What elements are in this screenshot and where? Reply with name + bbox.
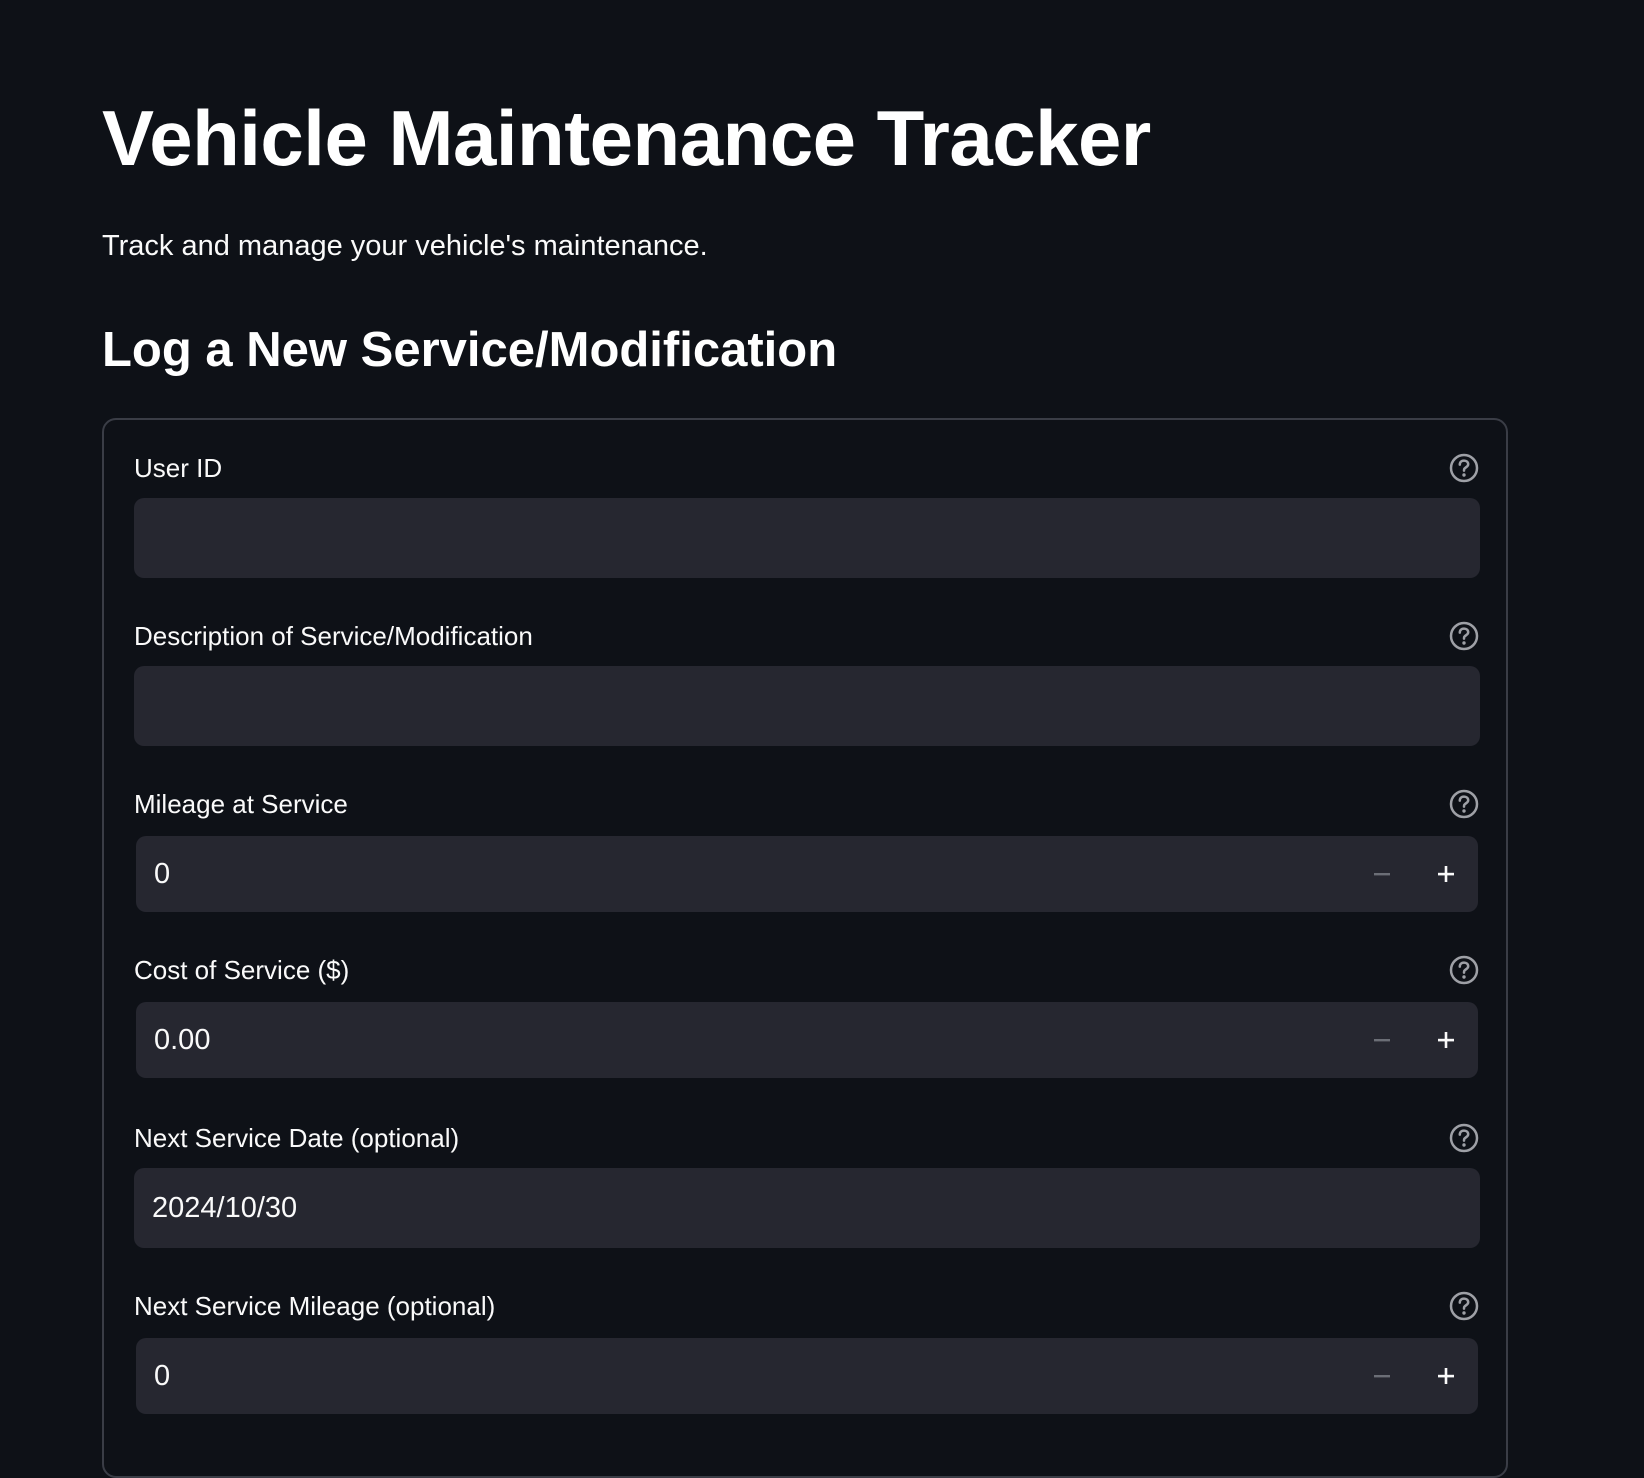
increment-button[interactable] — [1414, 1338, 1478, 1414]
mileage-value: 0 — [154, 858, 171, 890]
user-id-input[interactable] — [134, 498, 1480, 578]
page-subtitle: Track and manage your vehicle's maintena… — [102, 230, 708, 262]
question-circle-icon[interactable] — [1448, 1290, 1480, 1322]
section-title: Log a New Service/Modification — [102, 323, 838, 377]
description-label: Description of Service/Modification — [134, 621, 533, 651]
minus-icon — [1374, 1039, 1390, 1042]
description-input[interactable] — [134, 666, 1480, 746]
mileage-label: Mileage at Service — [134, 789, 348, 819]
minus-icon — [1374, 873, 1390, 876]
question-circle-icon[interactable] — [1448, 1122, 1480, 1154]
minus-icon — [1374, 1375, 1390, 1378]
next-service-mileage-value: 0 — [154, 1360, 171, 1392]
page-title: Vehicle Maintenance Tracker — [102, 94, 1151, 182]
next-service-date-input[interactable]: 2024/10/30 — [134, 1168, 1480, 1248]
cost-value: 0.00 — [154, 1024, 211, 1056]
user-id-label: User ID — [134, 453, 223, 483]
decrement-button[interactable] — [1350, 836, 1414, 912]
increment-button[interactable] — [1414, 1002, 1478, 1078]
plus-icon — [1438, 1032, 1454, 1048]
next-service-date-value: 2024/10/30 — [152, 1192, 298, 1224]
cost-label: Cost of Service ($) — [134, 955, 350, 985]
question-circle-icon[interactable] — [1448, 788, 1480, 820]
next-service-mileage-label: Next Service Mileage (optional) — [134, 1291, 496, 1321]
cost-input[interactable]: 0.00 — [136, 1002, 1478, 1078]
service-form: User ID Description of Service/Modificat… — [102, 418, 1508, 1478]
question-circle-icon[interactable] — [1448, 954, 1480, 986]
plus-icon — [1438, 1368, 1454, 1384]
next-service-mileage-input[interactable]: 0 — [136, 1338, 1478, 1414]
decrement-button[interactable] — [1350, 1338, 1414, 1414]
mileage-input[interactable]: 0 — [136, 836, 1478, 912]
increment-button[interactable] — [1414, 836, 1478, 912]
decrement-button[interactable] — [1350, 1002, 1414, 1078]
plus-icon — [1438, 866, 1454, 882]
next-service-date-label: Next Service Date (optional) — [134, 1123, 460, 1153]
question-circle-icon[interactable] — [1448, 452, 1480, 484]
question-circle-icon[interactable] — [1448, 620, 1480, 652]
